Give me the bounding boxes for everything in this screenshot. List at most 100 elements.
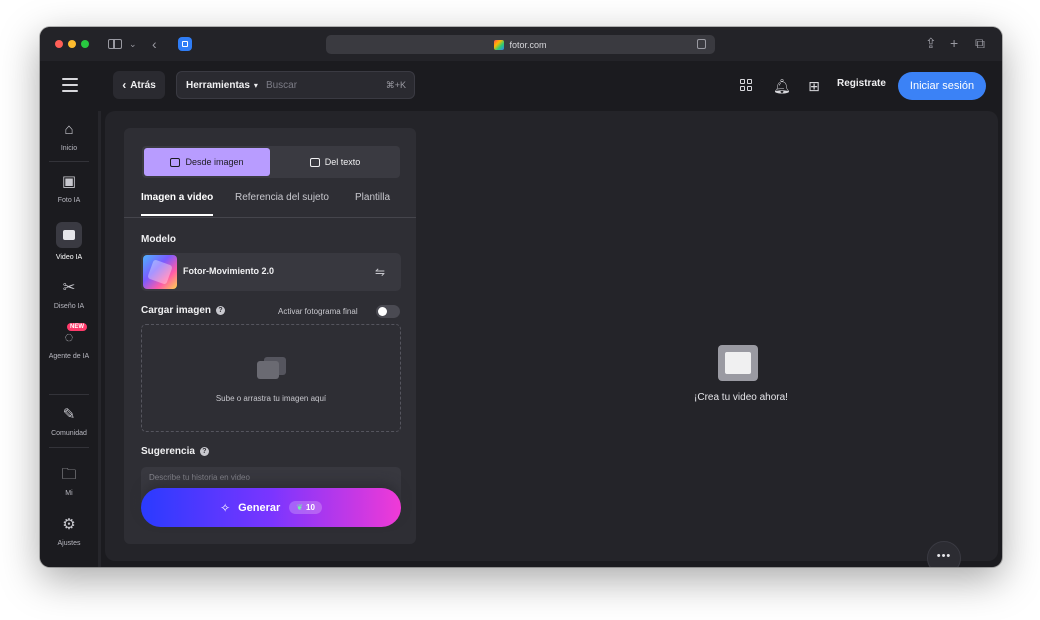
toggle-knob bbox=[378, 307, 387, 316]
image-icon bbox=[170, 157, 181, 167]
divider bbox=[49, 447, 89, 448]
generate-button[interactable]: ✧ Generar ❦ 10 bbox=[141, 488, 401, 527]
left-navigation: ⌂ Inicio ▣ Foto IA Video IA ✂ Diseño IA … bbox=[40, 111, 98, 567]
agent-icon: ◌ bbox=[64, 329, 74, 346]
sidebar-item-video-ia[interactable]: Video IA bbox=[40, 222, 98, 262]
magic-wand-icon: ✧ bbox=[220, 500, 231, 515]
back-button[interactable]: ‹ Atrás bbox=[113, 71, 165, 99]
credit-icon: ❦ bbox=[296, 503, 304, 512]
sidebar-item-label: Comunidad bbox=[51, 430, 87, 437]
sidebar-item-diseno-ia[interactable]: ✂ Diseño IA bbox=[40, 279, 98, 311]
reader-icon[interactable] bbox=[697, 39, 706, 49]
chevron-left-icon: ‹ bbox=[122, 78, 127, 92]
final-frame-toggle[interactable] bbox=[376, 305, 400, 318]
model-label: Modelo bbox=[141, 234, 176, 245]
sidebar-item-label: Ajustes bbox=[57, 540, 81, 547]
browser-window: ⌄ ‹ fotor.com ⇪ + ⧉ ‹ Atrás Herramientas… bbox=[40, 27, 1002, 567]
mode-label: Desde imagen bbox=[185, 157, 244, 167]
extension-icon[interactable] bbox=[178, 37, 192, 51]
new-tab-icon[interactable]: + bbox=[950, 35, 958, 51]
tab-referencia-del-sujeto[interactable]: Referencia del sujeto bbox=[235, 192, 329, 203]
upload-section-label: Cargar imagen ? bbox=[141, 305, 226, 316]
more-options-button[interactable]: ••• bbox=[927, 541, 961, 567]
sidebar-toggle-icon[interactable] bbox=[108, 39, 122, 49]
sidebar-item-label: Mi bbox=[65, 490, 73, 497]
share-icon[interactable]: ⇪ bbox=[925, 35, 937, 52]
generate-label: Generar bbox=[238, 501, 281, 514]
tab-plantilla[interactable]: Plantilla bbox=[355, 192, 390, 203]
prompt-label: Sugerencia bbox=[141, 446, 195, 457]
tools-dropdown[interactable]: Herramientas ▾ bbox=[177, 80, 258, 91]
video-ai-icon bbox=[56, 222, 82, 248]
chevron-down-icon: ▾ bbox=[253, 80, 258, 90]
divider bbox=[49, 161, 89, 162]
sidebar-item-label: Inicio bbox=[60, 145, 78, 152]
register-link[interactable]: Registrate bbox=[837, 78, 886, 89]
sidebar-item-foto-ia[interactable]: ▣ Foto IA bbox=[40, 173, 98, 205]
gift-icon[interactable]: ⊞ bbox=[806, 78, 822, 94]
sidebar-item-label: Video IA bbox=[55, 254, 83, 261]
tab-imagen-a-video[interactable]: Imagen a video bbox=[141, 192, 214, 216]
search-shortcut: ⌘+K bbox=[385, 79, 406, 90]
sidebar-scrollbar[interactable] bbox=[98, 111, 101, 567]
mode-label: Del texto bbox=[324, 157, 361, 167]
close-window-button[interactable] bbox=[55, 40, 63, 48]
login-button[interactable]: Iniciar sesión bbox=[898, 72, 986, 100]
design-ai-icon: ✂ bbox=[62, 279, 76, 296]
bell-icon[interactable]: 🔔︎ bbox=[773, 78, 791, 94]
back-label: Atrás bbox=[130, 79, 156, 91]
upload-hint: Sube o arrastra tu imagen aquí bbox=[215, 394, 327, 403]
credits-badge: ❦ 10 bbox=[289, 501, 322, 514]
favicon-icon bbox=[494, 39, 505, 50]
model-name: Fotor-Movimiento 2.0 bbox=[183, 266, 275, 276]
image-upload-dropzone[interactable]: Sube o arrastra tu imagen aquí bbox=[141, 324, 401, 432]
menu-icon[interactable] bbox=[62, 78, 78, 92]
credits-value: 10 bbox=[306, 503, 315, 512]
preview-message: ¡Crea tu video ahora! bbox=[694, 392, 788, 403]
browser-titlebar: ⌄ ‹ fotor.com ⇪ + ⧉ bbox=[40, 27, 1002, 61]
search-input[interactable]: Buscar bbox=[266, 80, 386, 91]
sidebar-item-label: Foto IA bbox=[57, 197, 81, 204]
browser-back-icon[interactable]: ‹ bbox=[152, 35, 157, 53]
home-icon: ⌂ bbox=[64, 121, 74, 138]
search-bar[interactable]: Herramientas ▾ Buscar ⌘+K bbox=[176, 71, 415, 99]
minimize-window-button[interactable] bbox=[68, 40, 76, 48]
prompt-placeholder: Describe tu historia en video bbox=[149, 473, 250, 482]
model-section-label: Modelo bbox=[141, 234, 176, 245]
model-selector[interactable]: Fotor-Movimiento 2.0 ⇋ bbox=[141, 253, 401, 291]
folder-icon: 🗀︎ bbox=[61, 466, 77, 483]
sliders-icon[interactable]: ⇋ bbox=[375, 265, 389, 279]
sidebar-item-ajustes[interactable]: ⚙︎ Ajustes bbox=[40, 516, 98, 548]
tabs-overview-icon[interactable]: ⧉ bbox=[975, 35, 985, 52]
app-header: ‹ Atrás Herramientas ▾ Buscar ⌘+K 🔔︎ ⊞ R… bbox=[40, 61, 1002, 111]
mode-from-image-button[interactable]: Desde imagen bbox=[144, 148, 270, 176]
gear-icon: ⚙︎ bbox=[62, 516, 76, 533]
sidebar-item-agente-de-ia[interactable]: ◌ NEW Agente de IA bbox=[40, 323, 98, 361]
tools-label: Herramientas bbox=[186, 79, 250, 91]
help-icon[interactable]: ? bbox=[199, 447, 209, 456]
apps-grid-icon[interactable] bbox=[739, 78, 755, 94]
help-icon[interactable]: ? bbox=[216, 306, 226, 315]
sidebar-item-label: Agente de IA bbox=[48, 353, 90, 360]
upload-label: Cargar imagen bbox=[141, 305, 212, 316]
video-settings-panel: Desde imagen Del texto Imagen a video Re… bbox=[124, 128, 416, 544]
url-text: fotor.com bbox=[509, 39, 547, 50]
maximize-window-button[interactable] bbox=[81, 40, 89, 48]
sidebar-item-inicio[interactable]: ⌂ Inicio bbox=[40, 121, 98, 153]
video-placeholder-icon bbox=[716, 343, 762, 383]
community-icon: ✎ bbox=[62, 406, 76, 423]
new-badge: NEW bbox=[67, 323, 87, 331]
sidebar-item-comunidad[interactable]: ✎ Comunidad bbox=[40, 406, 98, 438]
chevron-down-icon[interactable]: ⌄ bbox=[129, 35, 137, 53]
sidebar-item-mi[interactable]: 🗀︎ Mi bbox=[40, 466, 98, 498]
photo-ai-icon: ▣ bbox=[61, 173, 77, 190]
model-thumbnail bbox=[143, 255, 177, 289]
mode-toggle: Desde imagen Del texto bbox=[142, 146, 400, 178]
prompt-section-label: Sugerencia ? bbox=[141, 446, 209, 457]
mode-from-text-button[interactable]: Del texto bbox=[272, 148, 398, 176]
main-content: Desde imagen Del texto Imagen a video Re… bbox=[105, 111, 998, 561]
text-icon bbox=[309, 157, 320, 167]
divider bbox=[49, 394, 89, 395]
url-bar[interactable]: fotor.com bbox=[326, 35, 715, 54]
upload-image-icon bbox=[257, 357, 287, 381]
